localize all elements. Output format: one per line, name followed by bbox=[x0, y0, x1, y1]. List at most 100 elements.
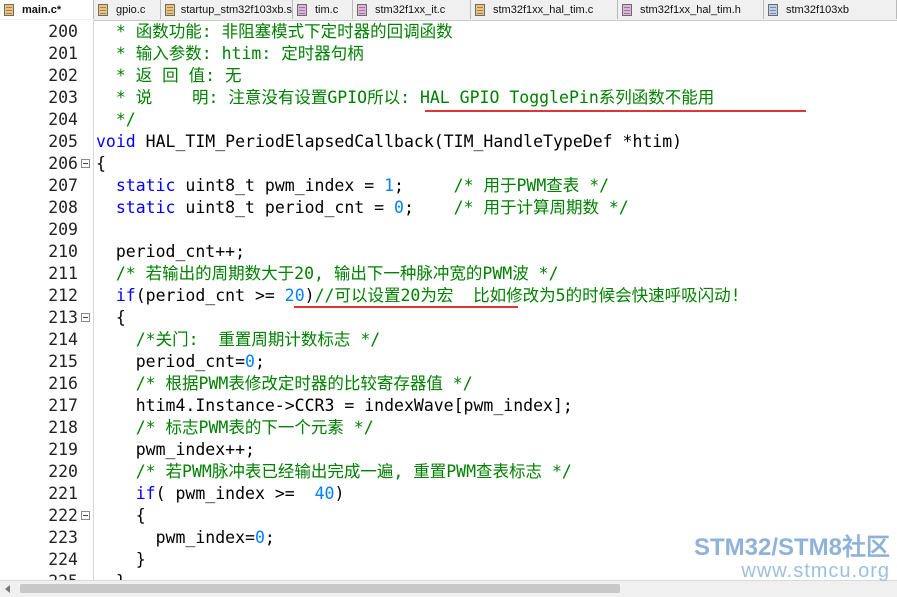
code-text: htim4.Instance->CCR3 = indexWave[pwm_ind… bbox=[96, 395, 573, 417]
comment: /* 若PWM脉冲表已经输出完成一遍, 重置PWM查表标志 */ bbox=[135, 462, 572, 481]
code-line[interactable]: 211 /* 若输出的周期数大于20, 输出下一种脉冲宽的PWM波 */ bbox=[0, 263, 897, 285]
tab-main-c-[interactable]: main.c* bbox=[0, 0, 94, 19]
code-line[interactable]: 218 /* 标志PWM表的下一个元素 */ bbox=[0, 417, 897, 439]
highlight-underline-2 bbox=[294, 306, 518, 308]
comment: /*关门: 重置周期计数标志 */ bbox=[135, 330, 381, 349]
fold-toggle-icon[interactable] bbox=[81, 159, 90, 168]
line-number: 211 bbox=[48, 264, 78, 283]
comment: //可以设置20为宏 比如修改为5的时候会快速呼吸闪动! bbox=[314, 286, 741, 305]
code-line[interactable]: 212 if(period_cnt >= 20)//可以设置20为宏 比如修改为… bbox=[0, 285, 897, 307]
scroll-thumb[interactable] bbox=[20, 584, 620, 593]
code-text: /* 若PWM脉冲表已经输出完成一遍, 重置PWM查表标志 */ bbox=[96, 461, 572, 483]
code-line[interactable]: 203 * 说 明: 注意没有设置GPIO所以: HAL GPIO Toggle… bbox=[0, 87, 897, 109]
code-token: HAL_TIM_PeriodElapsedCallback(TIM_Handle… bbox=[135, 132, 683, 151]
line-number: 222 bbox=[48, 506, 78, 525]
code-line[interactable]: 214 /*关门: 重置周期计数标志 */ bbox=[0, 329, 897, 351]
file-icon bbox=[97, 3, 110, 17]
code-text: if( pwm_index >= 40) bbox=[96, 483, 345, 505]
line-number: 219 bbox=[48, 440, 78, 459]
line-number: 202 bbox=[48, 66, 78, 85]
keyword: static bbox=[115, 198, 176, 217]
code-line[interactable]: 200 * 函数功能: 非阻塞模式下定时器的回调函数 bbox=[0, 21, 897, 43]
code-token: { bbox=[96, 308, 126, 327]
scroll-left-arrow-icon[interactable] bbox=[0, 581, 16, 597]
code-text: */ bbox=[96, 109, 136, 131]
code-line[interactable]: 219 pwm_index++; bbox=[0, 439, 897, 461]
keyword: if bbox=[115, 286, 136, 305]
code-line[interactable]: 201 * 输入参数: htim: 定时器句柄 bbox=[0, 43, 897, 65]
line-number: 217 bbox=[48, 396, 78, 415]
code-text: { bbox=[96, 153, 106, 175]
comment: */ bbox=[96, 110, 136, 129]
comment: /* 用于计算周期数 */ bbox=[453, 198, 629, 217]
code-line[interactable]: 204 */ bbox=[0, 109, 897, 131]
tab-gpio-c[interactable]: gpio.c bbox=[94, 0, 161, 19]
code-token: ) bbox=[334, 484, 345, 503]
watermark-title: STM32/STM8社区 bbox=[693, 534, 890, 561]
code-line[interactable]: 202 * 返 回 值: 无 bbox=[0, 65, 897, 87]
tab-stm32f1xx-hal-tim-c[interactable]: stm32f1xx_hal_tim.c bbox=[471, 0, 618, 19]
number-literal: 20 bbox=[284, 286, 305, 305]
code-text: void HAL_TIM_PeriodElapsedCallback(TIM_H… bbox=[96, 131, 682, 153]
code-text: pwm_index++; bbox=[96, 439, 255, 461]
tab-label: stm32f103xb bbox=[786, 3, 849, 16]
code-text: * 说 明: 注意没有设置GPIO所以: HAL GPIO TogglePin系… bbox=[96, 87, 714, 109]
fold-toggle-icon[interactable] bbox=[81, 313, 90, 322]
line-number: 208 bbox=[48, 198, 78, 217]
code-token: { bbox=[96, 154, 106, 173]
code-line[interactable]: 213 { bbox=[0, 307, 897, 329]
code-token: (period_cnt >= bbox=[135, 286, 285, 305]
code-text: { bbox=[96, 505, 146, 527]
line-number: 216 bbox=[48, 374, 78, 393]
horizontal-scrollbar[interactable] bbox=[0, 580, 897, 597]
code-text: pwm_index=0; bbox=[96, 527, 275, 549]
code-text: * 函数功能: 非阻塞模式下定时器的回调函数 bbox=[96, 21, 453, 43]
tab-tim-c[interactable]: tim.c bbox=[293, 0, 353, 19]
code-line[interactable]: 217 htim4.Instance->CCR3 = indexWave[pwm… bbox=[0, 395, 897, 417]
fold-toggle-icon[interactable] bbox=[81, 511, 90, 520]
code-line[interactable]: 222 { bbox=[0, 505, 897, 527]
code-text: } bbox=[96, 549, 146, 571]
code-line[interactable]: 215 period_cnt=0; bbox=[0, 351, 897, 373]
editor-tab-bar: main.c* gpio.c startup_stm32f103xb.s tim.c s… bbox=[0, 0, 897, 21]
tab-stm32f103xb[interactable]: stm32f103xb bbox=[764, 0, 897, 19]
line-number: 214 bbox=[48, 330, 78, 349]
file-icon bbox=[296, 3, 309, 17]
code-line[interactable]: 207 static uint8_t pwm_index = 1; /* 用于P… bbox=[0, 175, 897, 197]
code-editor[interactable]: 200 * 函数功能: 非阻塞模式下定时器的回调函数 201 * 输入参数: ht… bbox=[0, 20, 897, 591]
code-line[interactable]: 216 /* 根据PWM表修改定时器的比较寄存器值 */ bbox=[0, 373, 897, 395]
code-text: * 输入参数: htim: 定时器句柄 bbox=[96, 43, 364, 65]
code-line[interactable]: 221 if( pwm_index >= 40) bbox=[0, 483, 897, 505]
code-text: period_cnt++; bbox=[96, 241, 245, 263]
tab-stm32f1xx-hal-tim-h[interactable]: stm32f1xx_hal_tim.h bbox=[618, 0, 764, 19]
code-line[interactable]: 220 /* 若PWM脉冲表已经输出完成一遍, 重置PWM查表标志 */ bbox=[0, 461, 897, 483]
code-token: pwm_index= bbox=[96, 528, 255, 547]
code-token: htim4.Instance->CCR3 = indexWave[pwm_ind… bbox=[96, 396, 573, 415]
code-text: static uint8_t period_cnt = 0; /* 用于计算周期… bbox=[96, 197, 629, 219]
line-number: 209 bbox=[48, 220, 78, 239]
line-number: 207 bbox=[48, 176, 78, 195]
code-token: uint8_t period_cnt = bbox=[175, 198, 395, 217]
number-literal: 0 bbox=[394, 198, 404, 217]
code-line[interactable]: 210 period_cnt++; bbox=[0, 241, 897, 263]
code-token: ; bbox=[394, 176, 454, 195]
watermark: STM32/STM8社区 www.stmcu.org bbox=[693, 534, 890, 582]
tab-stm32f1xx-it-c[interactable]: stm32f1xx_it.c bbox=[353, 0, 471, 19]
code-line[interactable]: 206 { bbox=[0, 153, 897, 175]
file-icon bbox=[621, 3, 634, 17]
code-token: pwm_index++; bbox=[96, 440, 255, 459]
comment: * 函数功能: 非阻塞模式下定时器的回调函数 bbox=[96, 22, 453, 41]
tab-startup-stm32f103xb-s[interactable]: startup_stm32f103xb.s bbox=[161, 0, 293, 19]
line-number: 205 bbox=[48, 132, 78, 151]
number-literal: 0 bbox=[254, 528, 265, 547]
code-line[interactable]: 205 void HAL_TIM_PeriodElapsedCallback(TI… bbox=[0, 131, 897, 153]
number-literal: 0 bbox=[245, 352, 255, 371]
watermark-url: www.stmcu.org bbox=[741, 560, 890, 582]
line-number: 213 bbox=[48, 308, 78, 327]
line-number: 223 bbox=[48, 528, 78, 547]
code-line[interactable]: 209 bbox=[0, 219, 897, 241]
code-token: ; bbox=[264, 528, 275, 547]
code-line[interactable]: 208 static uint8_t period_cnt = 0; /* 用于… bbox=[0, 197, 897, 219]
